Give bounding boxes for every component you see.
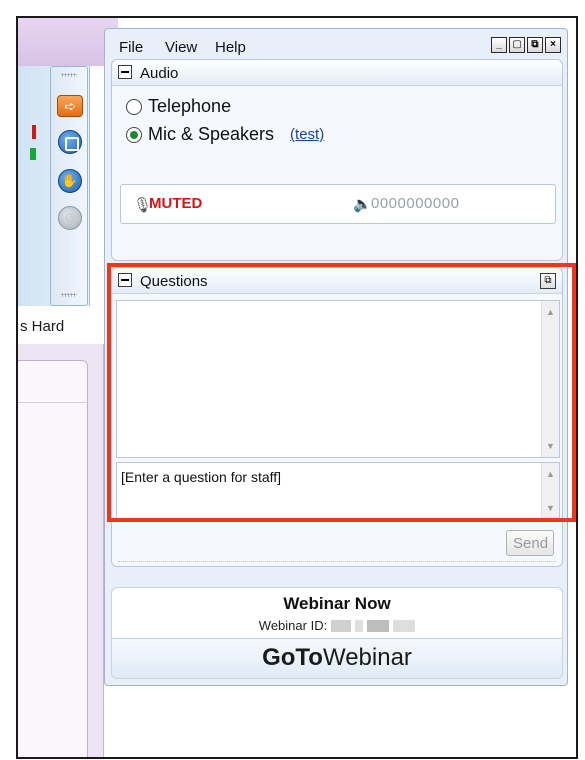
gotowebinar-panel: File View Help _ ▢ ⧉ × Audio Telephone M (104, 28, 568, 686)
dock-grip-top[interactable] (61, 73, 77, 77)
input-scroll-down-icon[interactable]: ▼ (546, 503, 555, 513)
speaker-icon: 🔈 (353, 196, 372, 213)
scroll-up-icon[interactable]: ▲ (546, 307, 555, 317)
webinar-id-redacted (393, 619, 416, 632)
questions-collapse-icon[interactable] (118, 273, 132, 287)
questions-section-title: Questions (140, 273, 208, 290)
background-red-indicator (32, 125, 36, 139)
screen-sharing-icon[interactable] (58, 130, 82, 154)
menu-file[interactable]: File (119, 39, 143, 56)
muted-status: MUTED (149, 195, 203, 212)
questions-section-header: Questions ⧉ (112, 268, 562, 294)
audio-test-link[interactable]: (test) (290, 126, 324, 143)
dock-grip-bottom[interactable] (61, 293, 77, 297)
webinar-name: Webinar Now (283, 594, 391, 613)
window-controls: _ ▢ ⧉ × (491, 37, 561, 53)
telephone-option[interactable]: Telephone (126, 96, 231, 117)
questions-popout-icon[interactable]: ⧉ (540, 273, 556, 289)
webinar-id-redacted (355, 619, 364, 632)
audio-section: Audio Telephone Mic & Speakers (test) 🎙 … (111, 59, 563, 261)
webinar-footer: Webinar Now Webinar ID: GoToWebinar (111, 587, 563, 679)
logo-webinar: Webinar (322, 644, 412, 671)
background-app-body (18, 344, 104, 757)
telephone-label: Telephone (148, 96, 232, 116)
audio-collapse-icon[interactable] (118, 65, 132, 79)
webinar-id-label: Webinar ID: (258, 618, 328, 633)
gotowebinar-logo: GoToWebinar (111, 639, 563, 679)
control-dock: ➪ ✋ ⊘ (50, 66, 88, 306)
input-scroll-up-icon[interactable]: ▲ (546, 469, 555, 479)
background-app-header (18, 18, 118, 66)
mic-speakers-option[interactable]: Mic & Speakers (test) (126, 124, 324, 145)
audio-status-bar: 🎙 MUTED 🔈 0000000000 (120, 184, 556, 224)
webinar-id-redacted (331, 619, 352, 632)
questions-log-scrollbar[interactable]: ▲ ▼ (541, 301, 559, 457)
mic-speakers-radio[interactable] (126, 126, 142, 143)
questions-log[interactable]: ▲ ▼ (116, 300, 560, 458)
background-green-indicator (30, 148, 36, 160)
webinar-id-redacted (367, 619, 390, 632)
menu-bar: File View Help _ ▢ ⧉ × (105, 29, 567, 59)
close-icon[interactable]: × (545, 37, 561, 53)
menu-help[interactable]: Help (215, 39, 246, 56)
background-window-title: s Hard (20, 318, 65, 335)
screenshot-frame: ➪ ✋ ⊘ s Hard File View Help _ ▢ ⧉ × Audi… (16, 16, 578, 759)
restore-icon[interactable]: ▢ (509, 37, 525, 53)
logo-goto: GoTo (262, 644, 323, 671)
show-hide-panel-arrow-icon[interactable]: ➪ (57, 95, 83, 117)
scroll-down-icon[interactable]: ▼ (546, 441, 555, 451)
audio-section-header: Audio (112, 60, 562, 86)
mic-speakers-label: Mic & Speakers (148, 124, 275, 144)
question-input-placeholder: [Enter a question for staff] (121, 469, 282, 485)
telephone-radio[interactable] (126, 98, 142, 115)
minimize-icon[interactable]: _ (491, 37, 507, 53)
questions-section: Questions ⧉ ▲ ▼ [Enter a question for st… (111, 267, 563, 567)
webinar-id-row: Webinar ID: (112, 618, 562, 633)
audio-section-title: Audio (140, 65, 179, 82)
section-divider (118, 561, 556, 562)
disabled-control-icon: ⊘ (58, 206, 82, 230)
audio-level-meter: 0000000000 (371, 195, 460, 212)
webinar-info: Webinar Now Webinar ID: (111, 587, 563, 639)
raise-hand-icon[interactable]: ✋ (58, 169, 82, 193)
popout-icon[interactable]: ⧉ (527, 37, 543, 53)
menu-view[interactable]: View (165, 39, 197, 56)
question-input-scrollbar[interactable]: ▲ ▼ (541, 463, 559, 519)
background-app-divider (18, 402, 88, 752)
send-button[interactable]: Send (506, 530, 554, 556)
question-input[interactable]: [Enter a question for staff] ▲ ▼ (116, 462, 560, 520)
